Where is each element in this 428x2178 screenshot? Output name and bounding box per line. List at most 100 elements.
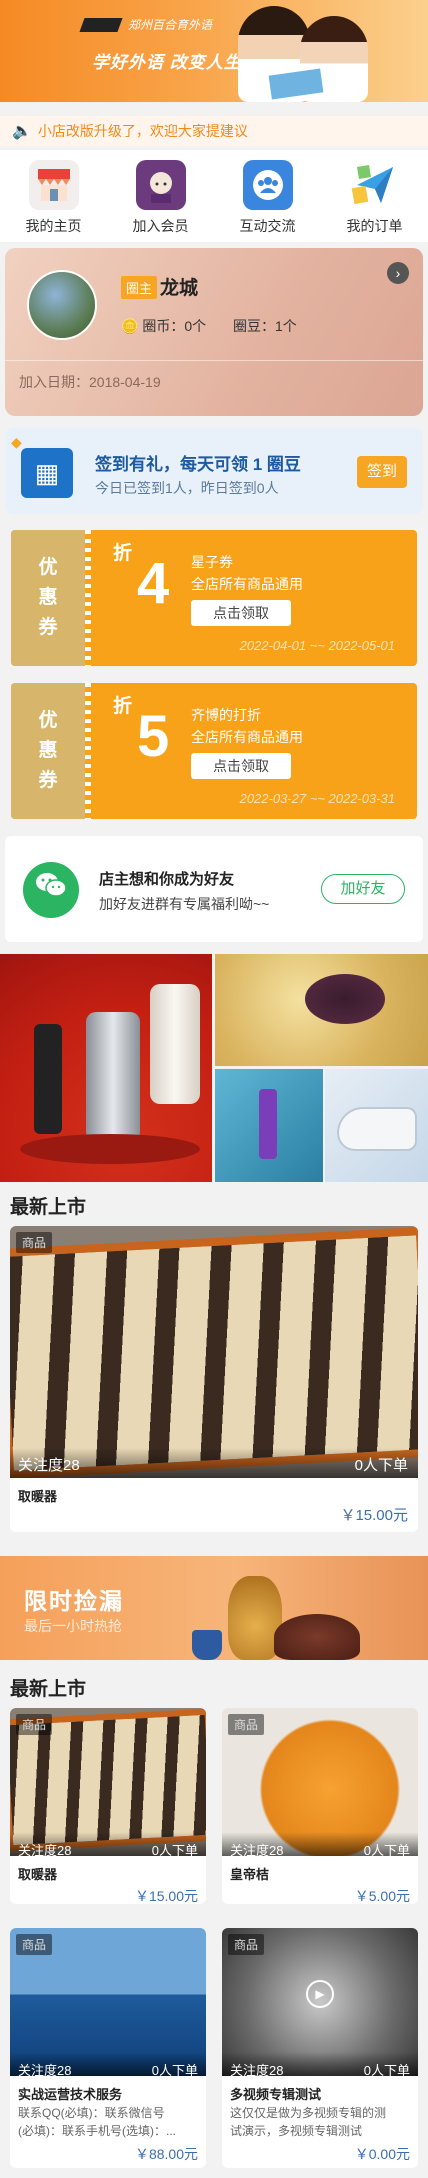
notice-text: 小店改版升级了，欢迎大家提建议 bbox=[37, 123, 248, 139]
join-date: 加入日期：2018-04-19 bbox=[19, 374, 161, 390]
nav-label: 我的订单 bbox=[346, 218, 403, 234]
product-tag: 商品 bbox=[16, 1934, 53, 1955]
product-price: ￥88.00元 bbox=[134, 2146, 198, 2162]
signin-title: 签到有礼，每天可领 1 圈豆 bbox=[95, 455, 301, 474]
product-card[interactable]: 商品 关注度28 0人下单 实战运营技术服务 联系QQ(必填)：联系微信号 (必… bbox=[10, 1928, 206, 2168]
teapot-image bbox=[274, 1614, 360, 1660]
shoe-image bbox=[339, 1109, 415, 1149]
product-price: ￥15.00元 bbox=[134, 1888, 198, 1904]
claim-coupon-button[interactable]: 点击领取 bbox=[191, 600, 291, 626]
claim-coupon-button[interactable]: 点击领取 bbox=[191, 753, 291, 779]
graduation-cap-icon bbox=[79, 18, 123, 32]
featured-product-card[interactable]: 商品 关注度28 0人下单 取暖器 ￥15.00元 bbox=[10, 1226, 418, 1532]
order-count: 0人下单 bbox=[354, 1457, 408, 1474]
attention-count: 关注度28 bbox=[18, 1843, 72, 1858]
coupon-left-char: 惠 bbox=[38, 740, 58, 761]
order-count: 0人下单 bbox=[151, 2063, 198, 2078]
product-desc: 联系QQ(必填)：联系微信号 bbox=[18, 2106, 165, 2120]
bean-count: 圈豆：1个 bbox=[233, 318, 297, 334]
product-name: 多视频专辑测试 bbox=[230, 2087, 322, 2102]
order-count: 0人下单 bbox=[363, 2063, 410, 2078]
coupon-perforation bbox=[85, 683, 91, 819]
coin-count: 🪙 圈币：0个 bbox=[121, 316, 206, 336]
product-price: ￥15.00元 bbox=[340, 1507, 408, 1524]
product-image: 商品 bbox=[10, 1226, 418, 1478]
add-friend-button[interactable]: 加好友 bbox=[321, 874, 405, 904]
nav-label: 互动交流 bbox=[239, 218, 296, 234]
wechat-icon bbox=[23, 862, 79, 918]
attention-count: 关注度28 bbox=[230, 2063, 284, 2078]
coupon-discount-label: 折 bbox=[113, 696, 133, 717]
order-count: 0人下单 bbox=[363, 1843, 410, 1858]
attention-count: 关注度28 bbox=[18, 1457, 80, 1474]
pedestal-image bbox=[20, 1134, 200, 1164]
ad-shoes[interactable] bbox=[325, 1069, 428, 1182]
thermos-image bbox=[150, 984, 200, 1104]
order-count: 0人下单 bbox=[151, 1843, 198, 1858]
coupon-discount-value: 4 bbox=[137, 551, 170, 616]
member-card[interactable]: 圈主 龙城 🪙 圈币：0个 圈豆：1个 › 加入日期：2018-04-19 bbox=[5, 248, 423, 416]
coupon-left: 优 惠 券 bbox=[11, 683, 85, 819]
coin-text: 圈币：0个 bbox=[142, 318, 207, 334]
heater-image bbox=[10, 1226, 418, 1478]
coupon-left-char: 券 bbox=[38, 617, 58, 638]
ad-cosmetics[interactable] bbox=[215, 1069, 323, 1182]
product-tag: 商品 bbox=[228, 1714, 265, 1735]
coin-badge-icon: ◆ bbox=[11, 434, 22, 450]
coupon-left-char: 优 bbox=[38, 557, 58, 578]
speaker-icon: 🔈 bbox=[12, 123, 32, 140]
nav-item-chat[interactable]: 互动交流 bbox=[214, 150, 321, 242]
chevron-right-icon[interactable]: › bbox=[387, 262, 409, 284]
coupon-left-char: 优 bbox=[38, 710, 58, 731]
friend-desc: 加好友进群有专属福利呦~~ bbox=[99, 896, 270, 912]
bottle-image bbox=[259, 1089, 277, 1159]
nav-item-home[interactable]: 我的主页 bbox=[0, 150, 107, 242]
ad-snacks[interactable] bbox=[215, 954, 428, 1066]
product-desc: 这仅仅是做为多视频专辑的测 bbox=[230, 2106, 387, 2120]
play-icon[interactable]: ▶ bbox=[306, 1980, 334, 2008]
add-friend-card: 店主想和你成为好友 加好友进群有专属福利呦~~ 加好友 bbox=[5, 836, 423, 942]
friend-title: 店主想和你成为好友 bbox=[99, 871, 235, 888]
nav-item-member[interactable]: 加入会员 bbox=[107, 150, 214, 242]
member-icon bbox=[135, 160, 186, 210]
banner-slogan: 学好外语 改变人生 bbox=[92, 53, 242, 72]
nav-item-orders[interactable]: 我的订单 bbox=[321, 150, 428, 242]
coupon-card: 优 惠 券 折 5 齐博的打折 全店所有商品通用 点击领取 2022-03-27… bbox=[11, 683, 417, 819]
signin-stat: 今日已签到1人，昨日签到0人 bbox=[95, 480, 279, 496]
coupon-desc: 全店所有商品通用 bbox=[191, 576, 303, 592]
coupon-title: 齐博的打折 bbox=[191, 707, 261, 723]
product-desc: 试演示，多视频专辑测试 bbox=[230, 2124, 363, 2138]
product-name: 皇帝桔 bbox=[230, 1867, 270, 1882]
product-card[interactable]: 商品 ▶ 关注度28 0人下单 多视频专辑测试 这仅仅是做为多视频专辑的测 试演… bbox=[222, 1928, 418, 2168]
product-desc: (必填)：联系手机号(选填)：... bbox=[18, 2124, 176, 2138]
product-name: 实战运营技术服务 bbox=[18, 2087, 123, 2102]
product-name: 取暖器 bbox=[18, 1867, 58, 1882]
coupon-date: 2022-03-27 ~~ 2022-03-31 bbox=[239, 791, 395, 806]
flash-sale-banner[interactable]: 限时捡漏 最后一小时热抢 bbox=[0, 1556, 428, 1660]
product-card[interactable]: 商品 关注度28 0人下单 皇帝桔 ￥5.00元 bbox=[222, 1708, 418, 1904]
signin-button[interactable]: 签到 bbox=[357, 456, 407, 488]
avatar bbox=[27, 270, 97, 340]
coupon-desc: 全店所有商品通用 bbox=[191, 729, 303, 745]
section-title-new: 最新上市 bbox=[10, 1197, 87, 1218]
product-tag: 商品 bbox=[228, 1934, 265, 1955]
top-banner[interactable]: 郑州百合育外语 学好外语 改变人生 bbox=[0, 0, 428, 102]
database-icon: 🪙 bbox=[121, 318, 139, 334]
coupon-discount-value: 5 bbox=[137, 704, 170, 769]
coupon-title: 星子券 bbox=[191, 554, 233, 570]
shop-icon bbox=[28, 160, 79, 210]
product-tag: 商品 bbox=[16, 1714, 53, 1735]
product-card[interactable]: 商品 关注度28 0人下单 取暖器 ￥15.00元 bbox=[10, 1708, 206, 1904]
group-chat-icon bbox=[242, 160, 293, 210]
attention-count: 关注度28 bbox=[230, 1843, 284, 1858]
notice-bar[interactable]: 🔈 小店改版升级了，欢迎大家提建议 bbox=[0, 116, 428, 146]
attention-count: 关注度28 bbox=[18, 2063, 72, 2078]
divider bbox=[5, 360, 423, 361]
quick-nav: 我的主页 加入会员 互动交流 我的订单 bbox=[0, 150, 428, 242]
product-tag: 商品 bbox=[16, 1232, 53, 1253]
thermos-image bbox=[34, 1024, 62, 1134]
product-price: ￥0.00元 bbox=[354, 2146, 410, 2162]
ad-thermos[interactable] bbox=[0, 954, 212, 1182]
nav-label: 加入会员 bbox=[132, 218, 189, 234]
calendar-icon: ▦ bbox=[21, 448, 73, 498]
